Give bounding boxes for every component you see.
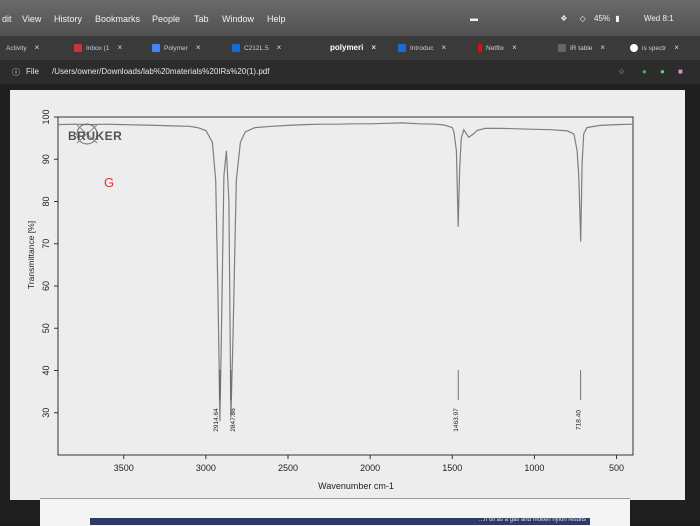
y-tick-label: 70 [41, 239, 51, 249]
y-tick-label: 50 [41, 323, 51, 333]
y-tick-label: 60 [41, 281, 51, 291]
peak-label: 718.40 [576, 410, 583, 430]
peak-label: 2914.64 [213, 408, 220, 432]
x-tick-label: 1500 [442, 463, 462, 473]
footer-text: ...n oil as a gas and molten nylon resul… [478, 517, 586, 523]
x-tick-label: 3000 [196, 463, 216, 473]
footer-text-strip: ...n oil as a gas and molten nylon resul… [90, 517, 590, 525]
sample-label: G [104, 175, 114, 190]
bruker-logo-text: BRUKER [68, 129, 122, 143]
y-tick-label: 90 [41, 154, 51, 164]
y-tick-label: 40 [41, 365, 51, 375]
bruker-logo: BRUKER [68, 123, 122, 145]
x-tick-label: 1000 [524, 463, 544, 473]
ir-spectrum-chart: 3500 3000 2500 2000 1500 1000 500 30 40 50 60 70 80… [26, 109, 634, 491]
x-tick-label: 2500 [278, 463, 298, 473]
y-axis-label: Transmittance [%] [26, 221, 36, 289]
x-tick-label: 2000 [360, 463, 380, 473]
y-tick-label: 100 [41, 109, 51, 124]
x-tick-label: 3500 [114, 463, 134, 473]
plot-frame [57, 116, 634, 456]
spectrum-line [57, 122, 634, 422]
peak-label: 1463.97 [453, 408, 460, 432]
x-tick-label: 500 [609, 463, 624, 473]
peak-label: 2847.86 [230, 408, 237, 432]
x-axis-label: Wavenumber cm-1 [318, 481, 394, 491]
y-tick-label: 30 [41, 408, 51, 418]
y-tick-label: 80 [41, 196, 51, 206]
